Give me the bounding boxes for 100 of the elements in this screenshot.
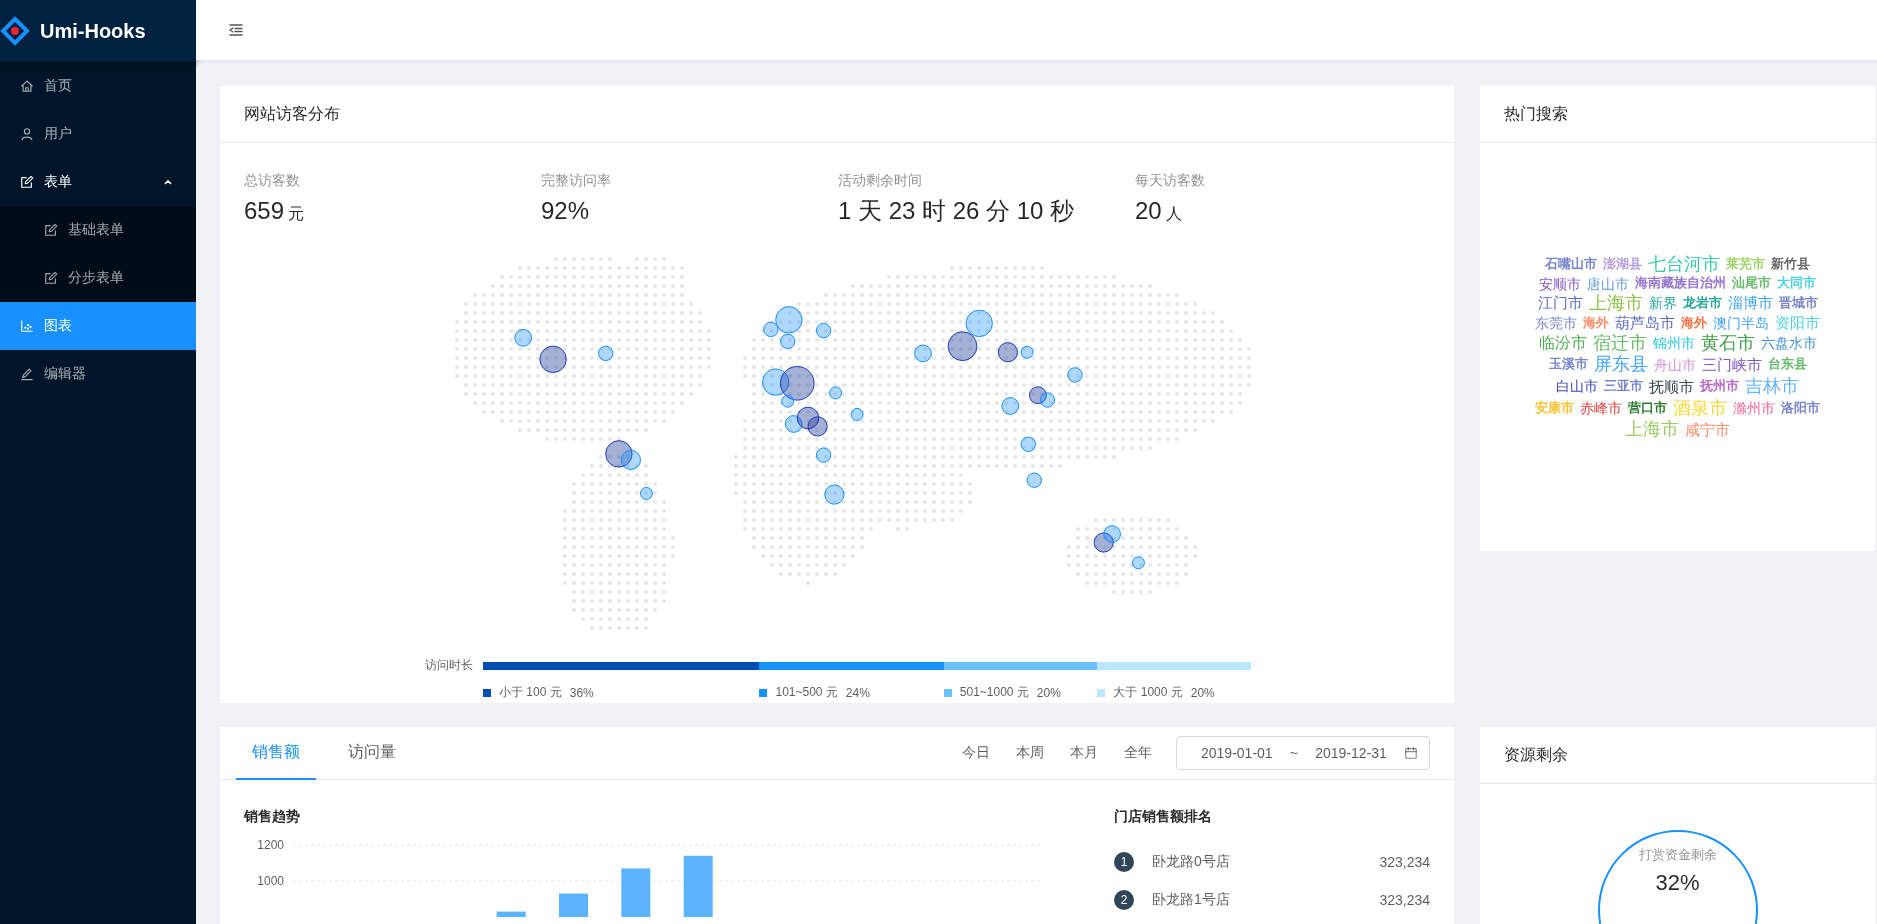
word-cloud-word[interactable]: 汕尾市 [1732,276,1771,292]
word-cloud-word[interactable]: 龙岩市 [1682,295,1722,311]
word-cloud-word[interactable]: 舟山市 [1653,356,1696,373]
word-cloud-word[interactable]: 晋城市 [1778,295,1818,311]
word-cloud-word[interactable]: 大同市 [1777,276,1816,292]
submenu-item[interactable]: 基础表单 [0,206,196,254]
word-cloud-word[interactable]: 海外 [1583,315,1609,331]
word-cloud-word[interactable]: 抚州市 [1700,378,1739,394]
stat-label: 总访客数 [244,171,301,190]
period-link[interactable]: 本月 [1070,744,1098,762]
menu-item[interactable]: 表单 [0,158,196,206]
word-cloud-word[interactable]: 赤峰市 [1580,400,1622,417]
gauge-label: 打赏资金剩余 [1638,846,1717,864]
legend-percent: 20% [1190,685,1215,700]
store-name: 卧龙路0号店 [1152,853,1230,871]
submenu-item[interactable]: 分步表单 [0,254,196,302]
sales-amount: 323,234 [1379,892,1430,908]
edit-icon [44,223,58,237]
menu-item[interactable]: 首页 [0,62,196,110]
ranking-title: 门店销售额排名 [1114,807,1212,826]
word-cloud-word[interactable]: 澳门半岛 [1713,314,1769,332]
chart-bar [683,855,713,917]
user-icon [20,127,34,141]
app-logo-text: Umi-Hooks [40,19,146,43]
word-cloud-word[interactable]: 石嘴山市 [1545,256,1597,272]
legend-percent: 24% [845,685,870,700]
word-cloud-word[interactable]: 莱芜市 [1726,256,1765,272]
axis-label: 1200 [257,838,284,852]
word-cloud-word[interactable]: 玉溪市 [1548,357,1588,373]
word-cloud-word[interactable]: 淄博市 [1727,294,1773,312]
chart-bar [559,893,588,917]
word-cloud-word[interactable]: 六盘水市 [1760,334,1817,352]
rank-number: 1 [1114,852,1134,872]
word-cloud-word[interactable]: 咸宁市 [1685,421,1730,439]
card-title: 网站访客分布 [244,103,340,124]
edit-icon [20,175,34,189]
word-cloud-word[interactable]: 临汾市 [1538,333,1587,353]
stat-label: 每天访客数 [1135,171,1206,190]
menu-item[interactable]: 用户 [0,110,196,158]
word-cloud-word[interactable]: 营口市 [1628,400,1667,416]
legend-label: 大于 1000 元 [1113,684,1183,701]
legend-title: 访问时长 [425,657,474,674]
word-cloud-word[interactable]: 锦州市 [1652,334,1695,352]
word-cloud-word[interactable]: 洛阳市 [1781,400,1820,416]
word-cloud-word[interactable]: 葫芦岛市 [1615,314,1675,332]
word-cloud-word[interactable]: 上海市 [1588,292,1643,314]
stat-value: 92% [541,196,590,226]
legend-label: 501~1000 元 [959,684,1029,701]
legend-percent: 36% [569,685,594,700]
legend-label: 小于 100 元 [499,684,562,701]
word-cloud-word[interactable]: 新界 [1648,295,1677,312]
word-cloud-word[interactable]: 东莞市 [1535,314,1577,332]
chart-icon [20,319,34,333]
stat-label: 活动剩余时间 [838,171,923,190]
word-cloud-word[interactable]: 安顺市 [1539,275,1581,292]
word-cloud-word[interactable]: 海外 [1681,315,1707,331]
word-cloud-word[interactable]: 三亚市 [1604,378,1643,394]
menu-fold-icon[interactable] [228,22,244,38]
word-cloud-word[interactable]: 滁州市 [1733,400,1775,417]
gauge-value: 32% [1655,870,1700,896]
menu-item[interactable]: 图表 [0,302,196,350]
word-cloud-word[interactable]: 唐山市 [1587,275,1629,292]
word-cloud-word[interactable]: 江门市 [1537,294,1583,312]
word-cloud-word[interactable]: 上海市 [1625,419,1679,441]
period-link[interactable]: 全年 [1124,744,1152,762]
calendar-icon [1404,746,1418,760]
word-cloud-word[interactable]: 白山市 [1556,378,1598,395]
logo-icon [0,16,30,46]
word-cloud-word[interactable]: 海南藏族自治州 [1635,276,1726,292]
chart-bar [496,911,526,917]
store-name: 卧龙路1号店 [1152,891,1230,909]
sales-amount: 323,234 [1379,854,1430,870]
card-title: 资源剩余 [1504,744,1568,765]
menu-item[interactable]: 编辑器 [0,350,196,398]
tab[interactable]: 销售额 [236,727,316,780]
date-range-picker[interactable]: 2019-01-01 ~ 2019-12-31 [1176,736,1430,770]
word-cloud-word[interactable]: 新竹县 [1771,256,1810,272]
pen-icon [20,367,34,381]
legend-percent: 20% [1036,685,1061,700]
stat-value: 20 人 [1135,196,1182,226]
word-cloud-word[interactable]: 抚顺市 [1649,377,1694,395]
home-icon [20,79,34,93]
word-cloud-word[interactable]: 宿迁市 [1592,332,1647,354]
word-cloud-word[interactable]: 澎湖县 [1603,256,1642,272]
word-cloud-word[interactable]: 屏东县 [1593,354,1648,375]
chart-bar [621,868,651,917]
legend-label: 101~500 元 [775,684,838,701]
word-cloud-word[interactable]: 资阳市 [1775,314,1820,332]
rank-number: 2 [1114,890,1134,910]
period-link[interactable]: 今日 [962,744,990,762]
edit-icon [44,271,58,285]
tab[interactable]: 访问量 [332,727,412,780]
period-link[interactable]: 本周 [1016,744,1044,762]
stat-value: 1 天 23 时 26 分 10 秒 [838,196,1075,226]
word-cloud-word[interactable]: 台东县 [1767,357,1807,373]
word-cloud-word[interactable]: 七台河市 [1648,253,1720,275]
chart-title: 销售趋势 [244,807,300,826]
word-cloud-word[interactable]: 三门峡市 [1701,356,1762,374]
word-cloud-word[interactable]: 黄石市 [1700,332,1755,354]
word-cloud-word[interactable]: 吉林市 [1745,376,1799,397]
